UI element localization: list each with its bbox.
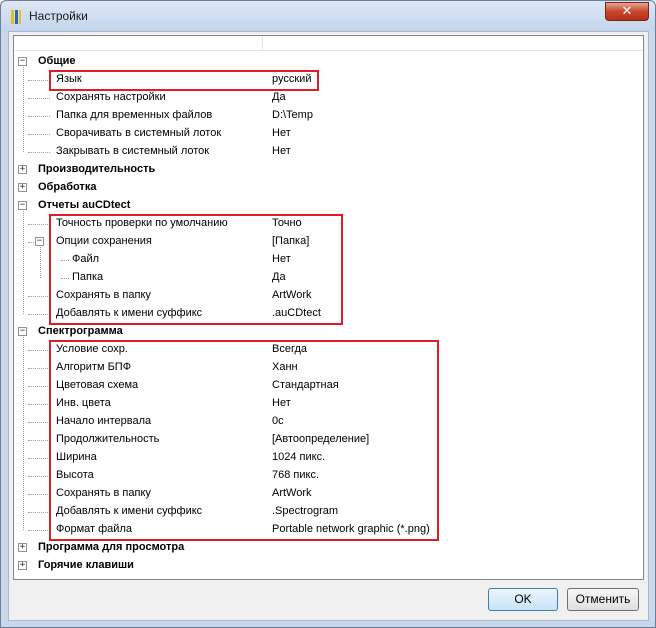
tree-connector bbox=[28, 458, 50, 459]
tree-connector bbox=[28, 422, 50, 423]
tree-connector bbox=[28, 134, 50, 135]
property-row[interactable]: Сохранять настройки Да bbox=[14, 89, 643, 107]
settings-window: Настройки ✕ − Общие Язык русский Сохранять н… bbox=[0, 0, 656, 628]
tree-connector bbox=[28, 368, 50, 369]
category-row[interactable]: + Обработка bbox=[14, 179, 643, 197]
property-value[interactable]: Нет bbox=[272, 127, 291, 139]
close-button[interactable]: ✕ bbox=[605, 2, 649, 21]
property-row[interactable]: Сворачивать в системный лоток Нет bbox=[14, 125, 643, 143]
expand-icon[interactable]: + bbox=[18, 165, 27, 174]
expand-icon[interactable]: + bbox=[18, 183, 27, 192]
category-label: Программа для просмотра bbox=[38, 541, 185, 553]
property-label: Сохранять настройки bbox=[56, 91, 166, 103]
tree-connector bbox=[28, 404, 50, 405]
expand-icon[interactable]: + bbox=[18, 561, 27, 570]
highlight-box bbox=[49, 70, 319, 91]
category-label: Общие bbox=[38, 55, 76, 67]
tree-guide-line bbox=[23, 211, 24, 314]
title-bar[interactable]: Настройки ✕ bbox=[1, 1, 655, 31]
collapse-icon[interactable]: − bbox=[18, 201, 27, 210]
category-row[interactable]: + Программа для просмотра bbox=[14, 539, 643, 557]
property-grid[interactable]: − Общие Язык русский Сохранять настройки Да Па… bbox=[13, 35, 644, 580]
category-label: Отчеты auCDtect bbox=[38, 199, 131, 211]
highlight-box bbox=[49, 340, 439, 541]
tree-guide-line bbox=[40, 247, 41, 278]
column-separator[interactable] bbox=[262, 36, 263, 50]
property-row[interactable]: Закрывать в системный лоток Нет bbox=[14, 143, 643, 161]
tree-guide-line bbox=[23, 337, 24, 530]
tree-connector bbox=[28, 152, 50, 153]
ok-button[interactable]: OK bbox=[488, 588, 558, 611]
category-label: Спектрограмма bbox=[38, 325, 123, 337]
property-value[interactable]: Да bbox=[272, 91, 286, 103]
category-row[interactable]: − Общие bbox=[14, 53, 643, 71]
highlight-box bbox=[49, 214, 343, 325]
close-icon: ✕ bbox=[621, 4, 633, 19]
tree-connector bbox=[28, 224, 50, 225]
app-icon bbox=[11, 10, 21, 24]
tree-connector bbox=[28, 296, 50, 297]
category-row[interactable]: + Горячие клавиши bbox=[14, 557, 643, 575]
property-grid-header bbox=[14, 36, 643, 51]
category-label: Обработка bbox=[38, 181, 97, 193]
tree-connector bbox=[28, 386, 50, 387]
tree-connector bbox=[28, 314, 50, 315]
property-label: Папка для временных файлов bbox=[56, 109, 213, 121]
tree-connector bbox=[28, 98, 50, 99]
property-value[interactable]: Нет bbox=[272, 145, 291, 157]
category-label: Горячие клавиши bbox=[38, 559, 134, 571]
category-label: Производительность bbox=[38, 163, 156, 175]
tree-connector bbox=[28, 476, 50, 477]
collapse-icon[interactable]: − bbox=[35, 237, 44, 246]
category-row[interactable]: − Отчеты auCDtect bbox=[14, 197, 643, 215]
expand-icon[interactable]: + bbox=[18, 543, 27, 552]
tree-connector bbox=[28, 350, 50, 351]
cancel-button[interactable]: Отменить bbox=[567, 588, 639, 611]
tree-connector bbox=[28, 440, 50, 441]
tree-connector bbox=[28, 512, 50, 513]
collapse-icon[interactable]: − bbox=[18, 57, 27, 66]
dialog-body: − Общие Язык русский Сохранять настройки Да Па… bbox=[8, 31, 649, 621]
property-label: Закрывать в системный лоток bbox=[56, 145, 210, 157]
tree-guide-line bbox=[23, 67, 24, 152]
property-value[interactable]: D:\Temp bbox=[272, 109, 313, 121]
tree-connector bbox=[28, 494, 50, 495]
tree-connector bbox=[28, 116, 50, 117]
tree-connector bbox=[28, 80, 50, 81]
tree-connector bbox=[28, 242, 34, 243]
tree-connector bbox=[28, 530, 50, 531]
property-row[interactable]: Папка для временных файлов D:\Temp bbox=[14, 107, 643, 125]
category-row[interactable]: − Спектрограмма bbox=[14, 323, 643, 341]
category-row[interactable]: + Производительность bbox=[14, 161, 643, 179]
property-label: Сворачивать в системный лоток bbox=[56, 127, 222, 139]
collapse-icon[interactable]: − bbox=[18, 327, 27, 336]
window-title: Настройки bbox=[29, 9, 88, 23]
